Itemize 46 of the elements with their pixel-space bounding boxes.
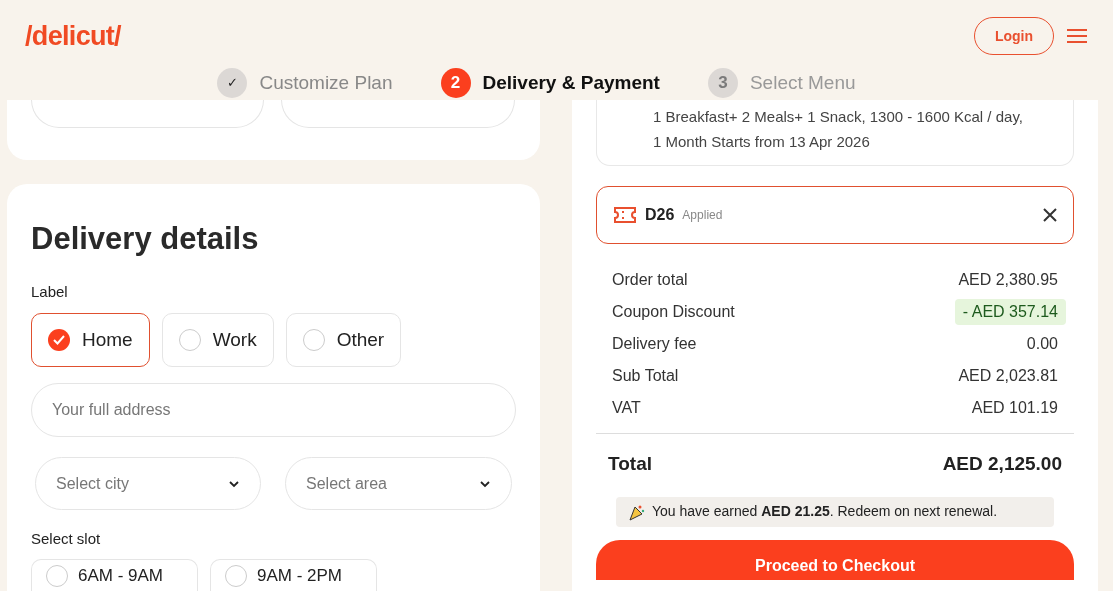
label-option[interactable]: Other: [285, 313, 402, 367]
chevron-down-icon: [228, 479, 240, 488]
summary-value: AED 101.19: [971, 397, 1058, 418]
summary-label: Coupon Discount: [612, 301, 735, 322]
field-label: Label: [31, 281, 69, 302]
step-label: Select Menu: [749, 70, 856, 95]
reward-text: You have earned AED 21.25. Redeem on next renewal.: [652, 502, 998, 521]
checkout-button[interactable]: Proceed to Checkout: [596, 539, 1074, 580]
field-label: Select slot: [31, 529, 102, 549]
close-icon[interactable]: [1043, 208, 1057, 222]
step-number: 3: [707, 68, 738, 98]
total-label: Total: [608, 452, 652, 476]
option-label: 6AM - 9AM: [78, 565, 164, 588]
chevron-down-icon: [479, 479, 491, 488]
total-value: AED 2,125.00: [942, 452, 1062, 476]
summary-label: Order total: [612, 269, 688, 290]
plan-detail: 1 Breakfast+ 2 Meals+ 1 Snack, 1300 - 1600 Kcal / day,: [653, 107, 1024, 127]
summary-label: VAT: [612, 397, 641, 418]
address-field[interactable]: Your full address: [31, 383, 516, 437]
option-label: Home: [82, 327, 133, 352]
section-title: Delivery details: [31, 220, 260, 258]
option-label: 9AM - 2PM: [257, 565, 343, 588]
step-label: Delivery & Payment: [482, 70, 660, 95]
summary-label: Sub Total: [612, 365, 679, 386]
option-label: Work: [212, 327, 257, 352]
dropdown-placeholder: Select city: [56, 473, 129, 494]
step-number: ✓: [217, 68, 248, 98]
coupon-status: Applied: [682, 207, 724, 224]
summary-value: AED 2,023.81: [958, 365, 1058, 386]
option-label: Other: [336, 327, 385, 352]
summary-value: AED 2,380.95: [958, 269, 1058, 290]
summary-label: Delivery fee: [612, 333, 697, 354]
label-option[interactable]: Work: [161, 313, 274, 367]
radio-checked-icon[interactable]: [48, 329, 70, 351]
step-number: 2: [440, 68, 471, 98]
label-option[interactable]: Home: [31, 313, 150, 367]
ticket-icon: [613, 206, 637, 224]
step-label: Customize Plan: [259, 70, 393, 95]
discount-value: - AED 357.14: [954, 298, 1066, 325]
dropdown-placeholder: Select area: [306, 473, 387, 494]
coupon-code: D26: [645, 205, 675, 225]
slot-option[interactable]: 9AM - 2PM: [210, 558, 377, 591]
summary-value: 0.00: [1026, 333, 1058, 354]
slot-option[interactable]: 6AM - 9AM: [31, 558, 198, 591]
plan-detail: 1 Month Starts from 13 Apr 2026: [653, 131, 871, 152]
menu-icon[interactable]: [1066, 28, 1088, 44]
